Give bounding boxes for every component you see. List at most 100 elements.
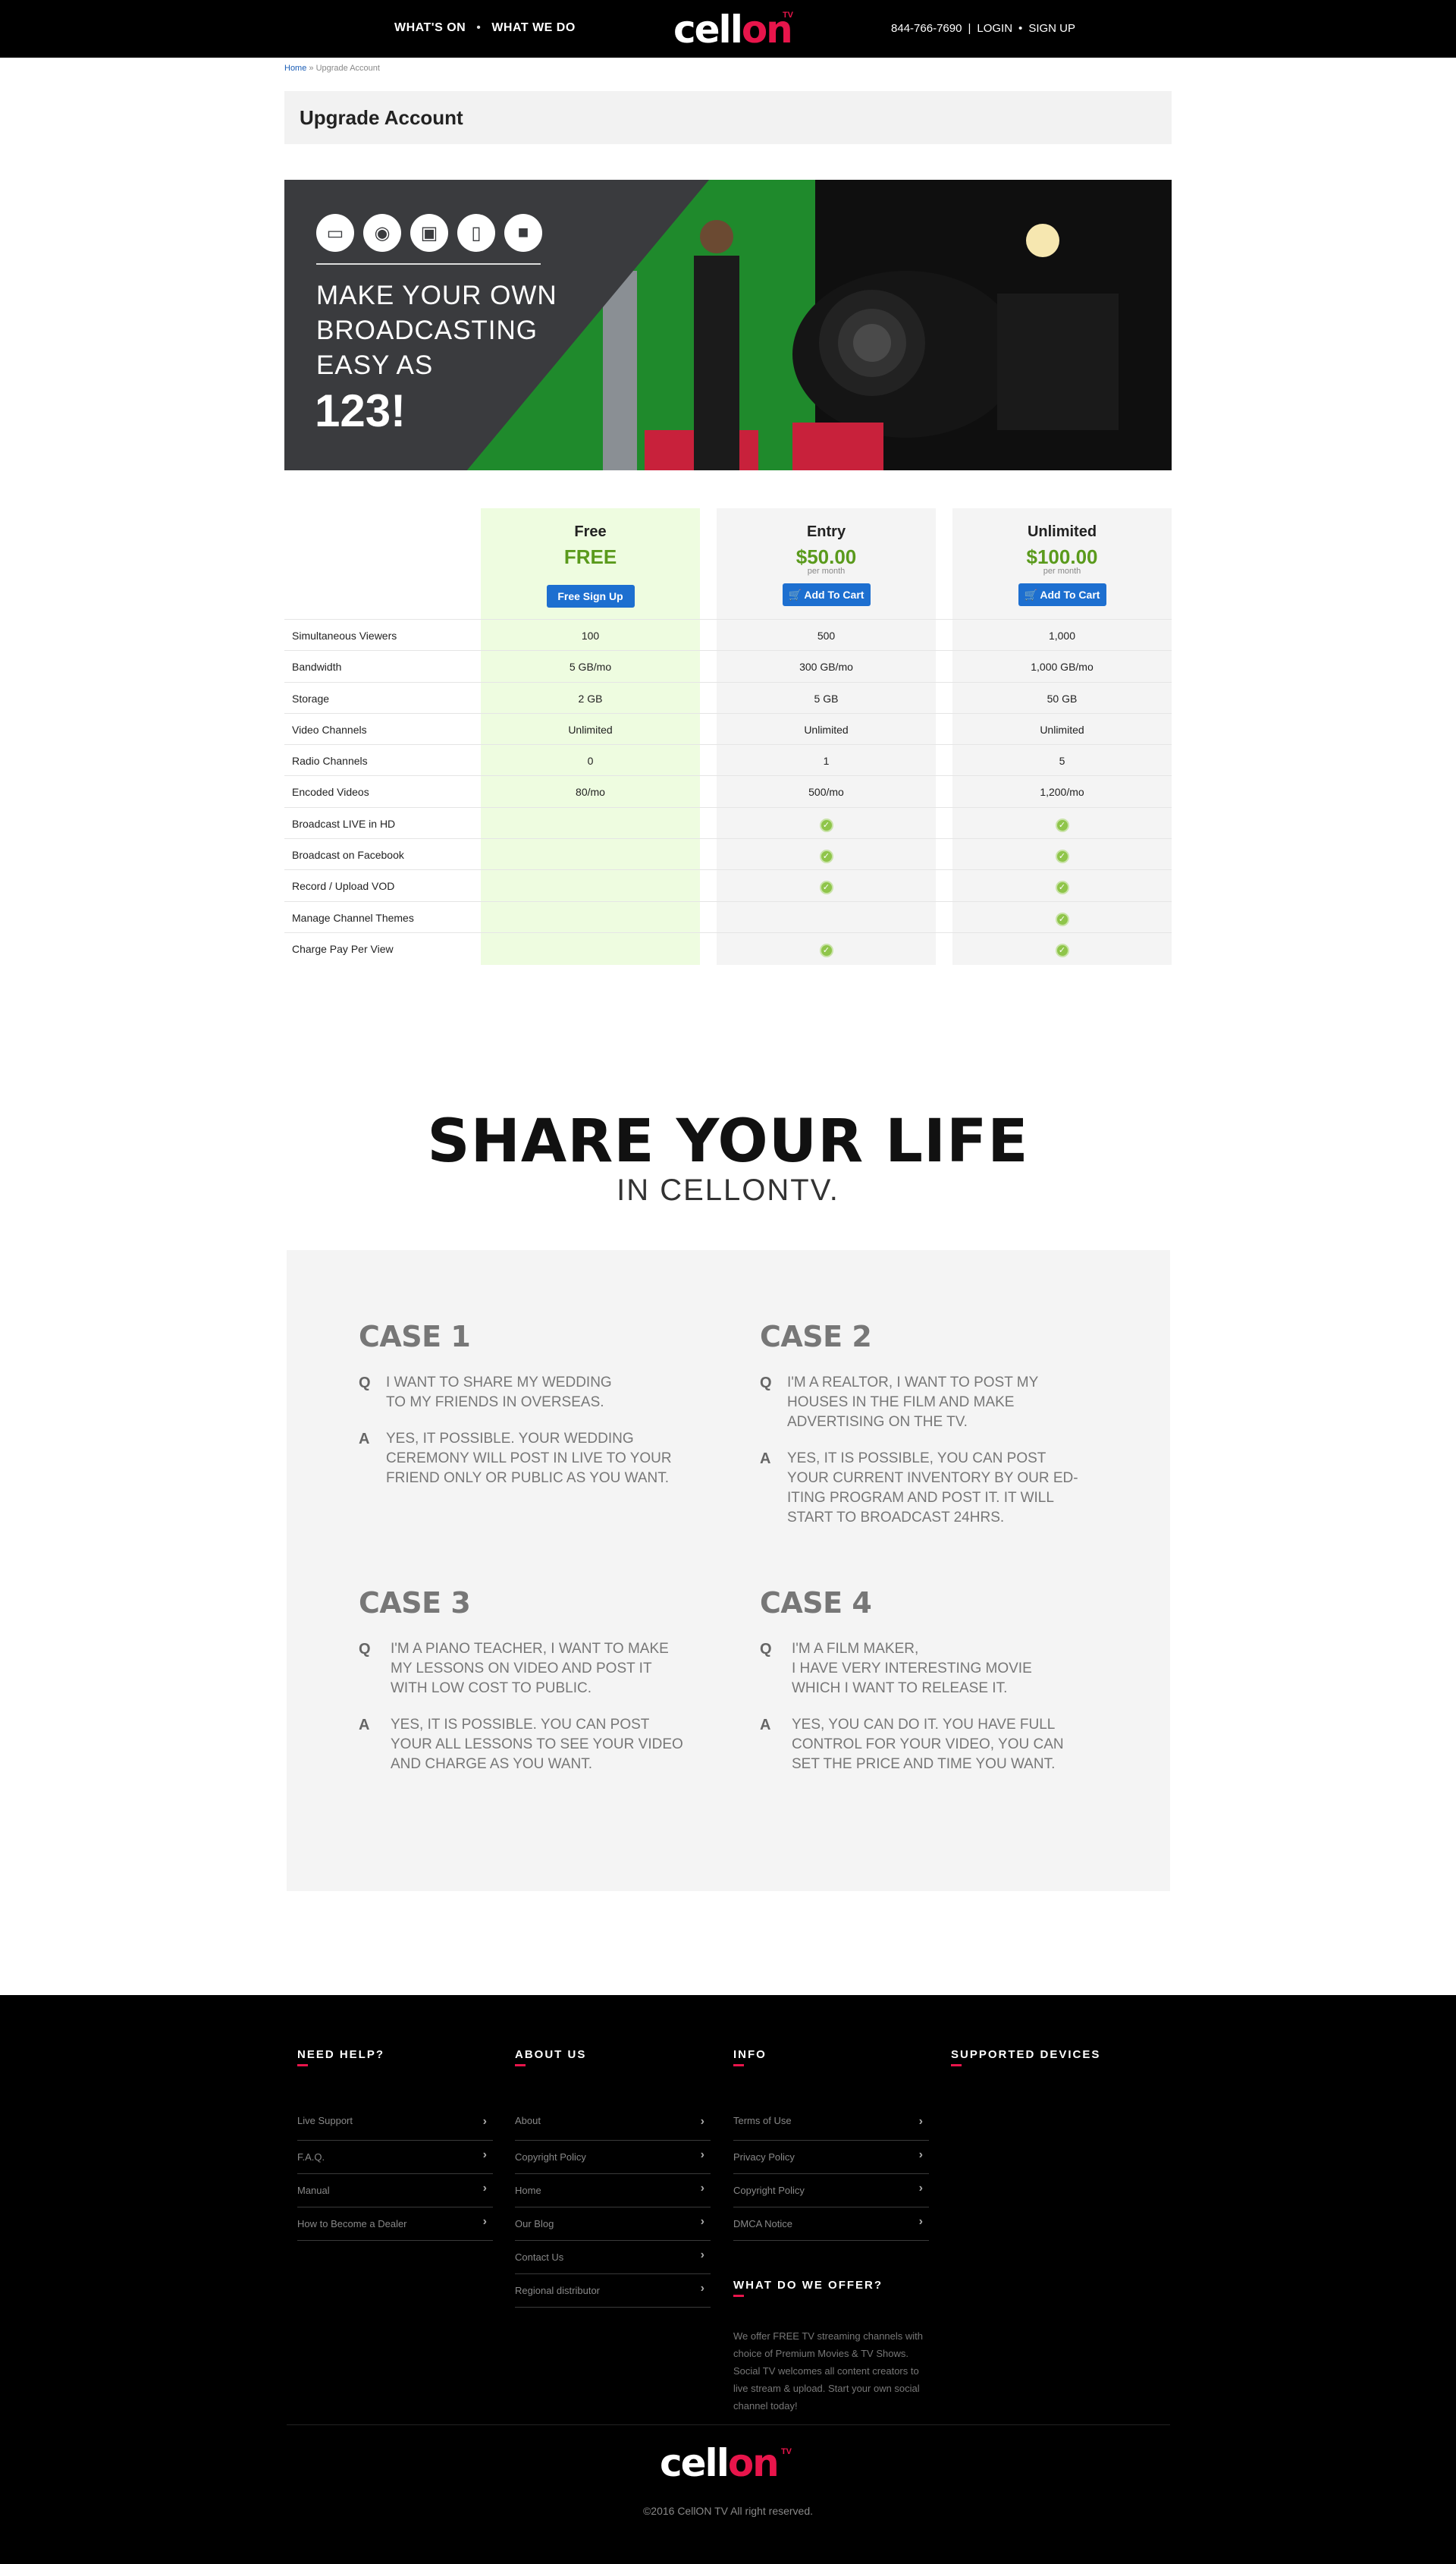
account-nav: 844-766-7690 | LOGIN • SIGN UP	[891, 22, 1075, 35]
question-letter: Q	[760, 1641, 772, 1657]
check-icon: ✓	[819, 850, 833, 864]
chevron-right-icon: ›	[700, 2215, 704, 2228]
case-title: CASE 3	[359, 1586, 471, 1620]
footer-link[interactable]: Copyright Policy ›	[733, 2174, 929, 2207]
feature-row: Radio Channels 0 1 5	[284, 744, 1172, 775]
feature-label: Encoded Videos	[292, 786, 369, 799]
feature-value: 300 GB/mo	[799, 661, 853, 674]
page-title-box: Upgrade Account	[284, 91, 1172, 144]
footer-logo[interactable]: cellon TV	[660, 2441, 796, 2487]
footer-link[interactable]: How to Become a Dealer ›	[297, 2207, 493, 2241]
footer-link[interactable]: Manual ›	[297, 2174, 493, 2207]
footer-link[interactable]: Privacy Policy ›	[733, 2141, 929, 2174]
free-signup-button[interactable]: Free Sign Up	[546, 585, 635, 608]
footer-link[interactable]: Regional distributor ›	[515, 2274, 711, 2308]
logo-text-cell: cell	[660, 2441, 730, 2485]
plan-name: Unlimited	[1027, 523, 1097, 540]
chevron-right-icon: ›	[700, 2148, 704, 2161]
footer-link[interactable]: Contact Us ›	[515, 2241, 711, 2274]
question-letter: Q	[359, 1375, 371, 1391]
answer-letter: A	[359, 1717, 370, 1733]
chevron-right-icon: ›	[918, 2215, 923, 2228]
footer-link[interactable]: Terms of Use ›	[733, 2107, 929, 2141]
feature-check-cell: ✓	[717, 943, 936, 957]
check-icon: ✓	[1055, 881, 1069, 895]
chevron-right-icon: ›	[918, 2182, 923, 2195]
feature-row: Charge Pay Per View ✓ ✓	[284, 932, 1172, 963]
footer-link-label: Copyright Policy	[733, 2185, 805, 2196]
chevron-right-icon: ›	[700, 2282, 704, 2295]
question-text: I WANT TO SHARE MY WEDDING TO MY FRIENDS…	[386, 1375, 612, 1410]
question-text: I'M A REALTOR, I WANT TO POST MY HOUSES …	[787, 1375, 1039, 1430]
footer-link[interactable]: F.A.Q. ›	[297, 2141, 493, 2174]
login-link[interactable]: LOGIN	[977, 22, 1012, 35]
main-nav: WHAT'S ON • WHAT WE DO	[394, 21, 576, 35]
footer-link-label: Home	[515, 2185, 541, 2196]
footer-link[interactable]: Home ›	[515, 2174, 711, 2207]
check-icon: ✓	[819, 881, 833, 895]
cases-section: CASE 1 Q I WANT TO SHARE MY WEDDING TO MY…	[287, 1250, 1170, 1891]
footer-link-label: Regional distributor	[515, 2285, 601, 2296]
footer-links: About › Copyright Policy › Home › Our Blog › Con…	[515, 2107, 711, 2308]
footer-link-label: Manual	[297, 2185, 330, 2196]
cart-icon: 🛒	[1024, 589, 1040, 601]
question-letter: Q	[359, 1641, 371, 1657]
plan-price: $50.00	[795, 545, 857, 568]
feature-check-cell: ✓	[952, 912, 1172, 926]
footer-heading-offer: WHAT DO WE OFFER?	[733, 2279, 883, 2292]
chevron-right-icon: ›	[700, 2248, 704, 2261]
feature-value: 5	[1059, 755, 1065, 768]
nav-separator: •	[1018, 22, 1023, 35]
footer-offer-text: We offer FREE TV streaming channels with…	[733, 2330, 923, 2412]
chevron-right-icon: ›	[918, 2115, 923, 2128]
check-icon: ✓	[1055, 850, 1069, 864]
feature-value: 2 GB	[578, 692, 603, 705]
feature-check-cell: ✓	[952, 818, 1172, 832]
nav-whats-on[interactable]: WHAT'S ON	[394, 21, 466, 35]
signup-link[interactable]: SIGN UP	[1028, 22, 1075, 35]
case-question: Q I'M A REALTOR, I WANT TO POST MY HOUSES…	[760, 1373, 1094, 1432]
footer-link-label: How to Become a Dealer	[297, 2218, 407, 2229]
answer-letter: A	[760, 1450, 771, 1467]
feature-label: Bandwidth	[292, 661, 342, 674]
site-logo[interactable]: cellon TV	[673, 8, 795, 52]
heading-accent	[733, 2295, 744, 2297]
footer-link[interactable]: Copyright Policy ›	[515, 2141, 711, 2174]
plan-period: per month	[807, 567, 846, 576]
add-to-cart-button[interactable]: 🛒 Add To Cart	[1018, 583, 1106, 606]
phone-icon: ▯	[457, 214, 495, 252]
cart-icon: 🛒	[788, 589, 805, 601]
banner-line-3: EASY AS	[316, 350, 434, 380]
footer-link-label: DMCA Notice	[733, 2218, 793, 2229]
footer-link[interactable]: Our Blog ›	[515, 2207, 711, 2241]
case-answer: A YES, YOU CAN DO IT. YOU HAVE FULL CONTR…	[760, 1715, 1094, 1774]
breadcrumb-home[interactable]: Home	[284, 64, 306, 73]
feature-row: Video Channels Unlimited Unlimited Unlimite…	[284, 712, 1172, 744]
question-letter: Q	[760, 1375, 772, 1391]
feature-check-cell: ✓	[952, 943, 1172, 957]
plan-price: $100.00	[1026, 545, 1098, 568]
answer-text: YES, YOU CAN DO IT. YOU HAVE FULL CONTRO…	[792, 1717, 1064, 1772]
promo-banner: ▭ ◉ ▣ ▯ ■ MAKE YOUR OWN BROADCASTING EAS…	[284, 180, 1172, 470]
breadcrumb: Home » Upgrade Account	[284, 64, 380, 73]
add-to-cart-button[interactable]: 🛒 Add To Cart	[782, 583, 871, 606]
footer-link-label: Contact Us	[515, 2251, 564, 2263]
site-footer: NEED HELP? Live Support › F.A.Q. › Manual › Ho…	[0, 1995, 1456, 2564]
chevron-right-icon: ›	[482, 2182, 487, 2195]
share-subtitle: IN CELLONTV.	[617, 1174, 839, 1207]
feature-label: Radio Channels	[292, 755, 368, 768]
nav-what-we-do[interactable]: WHAT WE DO	[491, 21, 575, 35]
check-icon: ✓	[819, 943, 833, 957]
feature-value: 1,200/mo	[1040, 786, 1084, 799]
chevron-right-icon: ›	[482, 2115, 487, 2128]
feature-row: Broadcast LIVE in HD ✓ ✓	[284, 806, 1172, 838]
footer-link[interactable]: Live Support ›	[297, 2107, 493, 2141]
footer-col-devices: SUPPORTED DEVICES	[951, 2048, 1147, 2066]
plan-name: Free	[574, 523, 607, 540]
video-camera-icon: ■	[504, 214, 542, 252]
footer-link[interactable]: About ›	[515, 2107, 711, 2141]
banner-line-2: BROADCASTING	[316, 316, 538, 345]
case-question: Q I'M A FILM MAKER, I HAVE VERY INTERESTI…	[760, 1639, 1094, 1698]
footer-link[interactable]: DMCA Notice ›	[733, 2207, 929, 2241]
plan-period: per month	[1043, 567, 1081, 576]
